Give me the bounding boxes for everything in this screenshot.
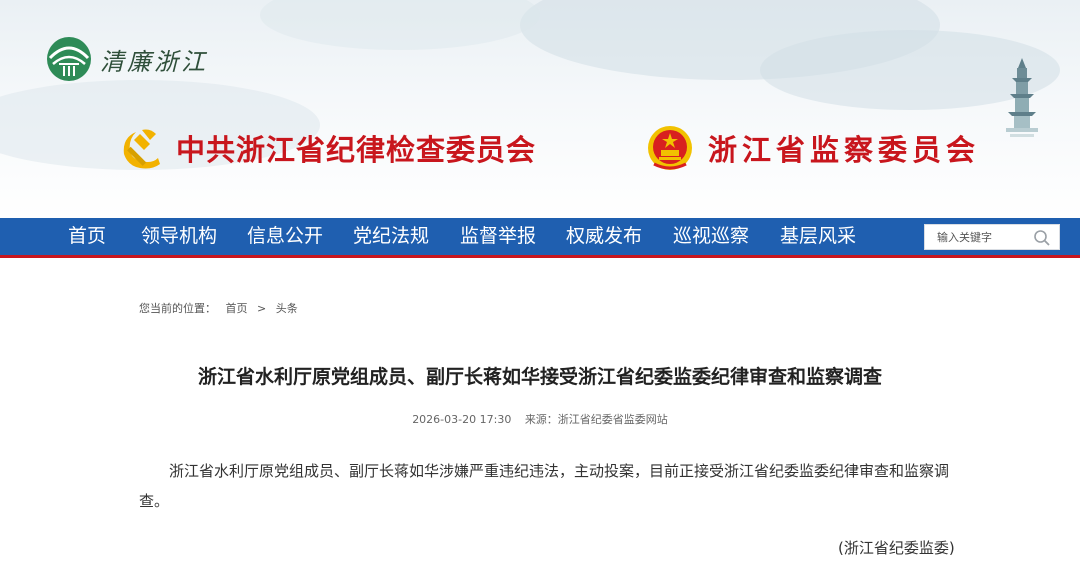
search-input[interactable] [925, 225, 1045, 249]
nav-item-report[interactable]: 监督举报 [460, 218, 536, 255]
article-signature: (浙江省纪委监委) [838, 539, 955, 557]
article-body: 浙江省水利厅原党组成员、副厅长蒋如华涉嫌严重违纪违法，主动投案，目前正接受浙江省… [139, 462, 950, 510]
pagoda-icon [1006, 58, 1038, 137]
org2-name: 浙江省监察委员会 [708, 133, 981, 167]
article-meta: 2026-03-20 17:30 来源：浙江省纪委省监委网站 [0, 411, 1080, 427]
site-header: 清廉浙江 中共浙江省纪律检查委员会 浙江省监察委员会 [0, 0, 1080, 218]
nav-item-grassroots[interactable]: 基层风采 [780, 218, 856, 255]
logo-text: 清廉浙江 [100, 47, 208, 76]
article-source: 来源：浙江省纪委省监委网站 [524, 413, 668, 426]
breadcrumb-item-headline[interactable]: 头条 [276, 302, 298, 315]
article-datetime: 2026-03-20 17:30 [412, 413, 512, 426]
supervision-commission-title[interactable]: 浙江省监察委员会 [646, 124, 980, 172]
nav-item-info-disclosure[interactable]: 信息公开 [247, 218, 323, 255]
party-commission-title[interactable]: 中共浙江省纪律检查委员会 [114, 124, 536, 172]
org1-name: 中共浙江省纪律检查委员会 [176, 133, 537, 167]
nav-item-inspection[interactable]: 巡视巡察 [673, 218, 749, 255]
site-logo[interactable]: 清廉浙江 [46, 36, 208, 82]
nav-item-releases[interactable]: 权威发布 [566, 218, 642, 255]
search-icon[interactable] [1033, 229, 1051, 247]
breadcrumb-prefix: 您当前的位置： [139, 302, 216, 315]
party-emblem-icon [123, 129, 160, 169]
breadcrumb: 您当前的位置： 首页 > 头条 [139, 300, 304, 316]
nav-item-home[interactable]: 首页 [68, 218, 106, 255]
qinglian-zhejiang-logo-icon [47, 37, 91, 81]
nav-item-regulations[interactable]: 党纪法规 [353, 218, 429, 255]
article-title: 浙江省水利厅原党组成员、副厅长蒋如华接受浙江省纪委监委纪律审查和监察调查 [197, 366, 882, 388]
breadcrumb-item-home[interactable]: 首页 [226, 302, 248, 315]
main-navigation: 首页 领导机构 信息公开 党纪法规 监督举报 权威发布 巡视巡察 基层风采 [0, 218, 1080, 258]
national-emblem-icon [648, 126, 692, 170]
nav-item-leadership[interactable]: 领导机构 [141, 218, 217, 255]
cloud-decoration [260, 0, 540, 50]
search-box [924, 224, 1060, 250]
breadcrumb-separator: > [257, 302, 267, 315]
